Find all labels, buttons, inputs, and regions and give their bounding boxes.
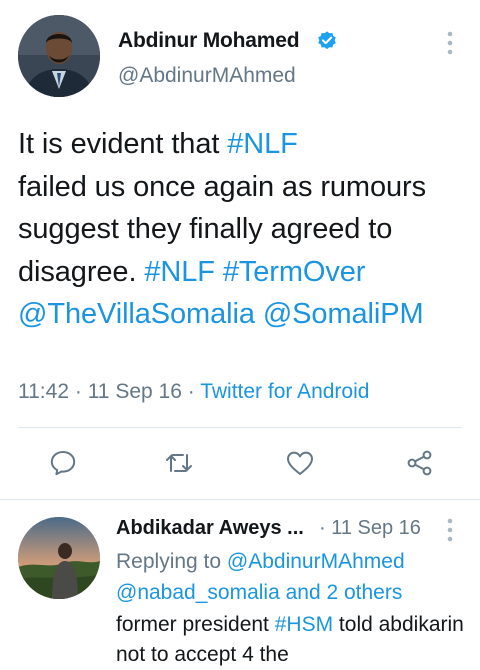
others-link[interactable]: and 2 others [280,581,403,604]
verified-badge-icon [318,31,336,50]
divider [18,427,462,428]
replying-to-label: Replying to [116,550,227,573]
replying-to-line: Replying to @AbdinurMAhmed @nabad_somalia… [116,546,466,608]
divider [0,499,480,500]
more-options-icon[interactable] [444,517,456,543]
hashtag-link[interactable]: #TermOver [223,256,366,288]
reply-text-segment: former president [116,613,275,636]
reply-author-name[interactable]: Abdikadar Aweys ... [116,517,304,540]
meta-separator: · [74,380,82,403]
mention-link[interactable]: @AbdinurMAhmed [227,550,405,573]
tweet-text-segment: It is evident that [18,128,228,160]
tweet-date: 11 Sep 16 [87,380,182,403]
author-handle[interactable]: @AbdinurMAhmed [118,64,296,88]
reply-date: · 11 Sep 16 [319,517,421,539]
share-icon[interactable] [405,448,435,478]
heart-icon[interactable] [285,448,315,478]
speech-bubble-icon[interactable] [48,448,78,478]
hashtag-link[interactable]: #HSM [275,613,333,636]
profile-photo [18,15,100,97]
hashtag-link[interactable]: #NLF [227,128,298,160]
hashtag-link[interactable]: #NLF [144,256,215,288]
meta-separator: · [187,380,195,403]
tweet-text: It is evident that #NLF failed us once ag… [18,123,468,336]
retweet-icon[interactable] [164,448,194,478]
more-options-icon[interactable] [444,30,456,56]
author-avatar[interactable] [18,15,100,97]
reply-author-avatar[interactable] [18,517,100,599]
tweet-source-link[interactable]: Twitter for Android [200,380,369,403]
tweet-meta: 11:42 · 11 Sep 16 · Twitter for Android [18,380,369,404]
author-name[interactable]: Abdinur Mohamed [118,29,300,53]
mention-link[interactable]: @SomaliPM [263,298,424,330]
profile-photo [18,517,100,599]
mention-link[interactable]: @TheVillaSomalia [18,298,255,330]
mention-link[interactable]: @nabad_somalia [116,581,280,604]
tweet-time: 11:42 [18,380,69,403]
reply-text: former president #HSM told abdikarin not… [116,610,466,670]
